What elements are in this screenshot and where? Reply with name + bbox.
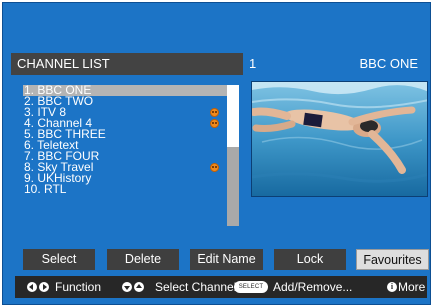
scrollbar-thumb[interactable] — [227, 85, 239, 147]
channel-list-title: CHANNEL LIST — [11, 53, 243, 75]
help-add-remove-label: Add/Remove... — [273, 280, 353, 294]
channel-list: 1. BBC ONE 2. BBC TWO 3. ITV 8 4. Channel 4… — [23, 84, 235, 225]
channel-list-window: CHANNEL LIST 1 BBC ONE 1. BBC ONE 2. BBC … — [2, 2, 431, 305]
favourites-button[interactable]: Favourites — [356, 249, 429, 270]
current-channel-number: 1 — [249, 56, 257, 71]
help-bar: Function Select Channel SELECT Add/Remov… — [15, 276, 427, 298]
current-channel-name: BBC ONE — [359, 56, 418, 71]
help-function-label: Function — [55, 280, 102, 294]
delete-button[interactable]: Delete — [107, 249, 179, 270]
left-arrow-icon — [27, 282, 37, 292]
select-button[interactable]: Select — [23, 249, 95, 270]
up-arrow-icon — [134, 282, 144, 292]
swimmer-preview-image — [252, 82, 427, 196]
help-more-label: More — [398, 280, 426, 294]
help-select-channel-label: Select Channel — [155, 280, 237, 294]
favourite-icon — [210, 119, 219, 128]
channel-name-label: 10. RTL — [24, 182, 67, 196]
channel-preview-image — [251, 81, 428, 197]
select-key-icon: SELECT — [234, 281, 268, 293]
down-arrow-icon — [122, 282, 132, 292]
lock-button[interactable]: Lock — [274, 249, 346, 270]
channel-list-item[interactable]: 10. RTL — [23, 182, 235, 196]
edit-name-button[interactable]: Edit Name — [190, 249, 263, 270]
info-key-icon: i — [387, 282, 397, 292]
favourite-icon — [210, 108, 219, 117]
channel-list-scrollbar[interactable] — [227, 85, 239, 226]
favourite-icon — [210, 163, 219, 172]
right-arrow-icon — [39, 282, 49, 292]
